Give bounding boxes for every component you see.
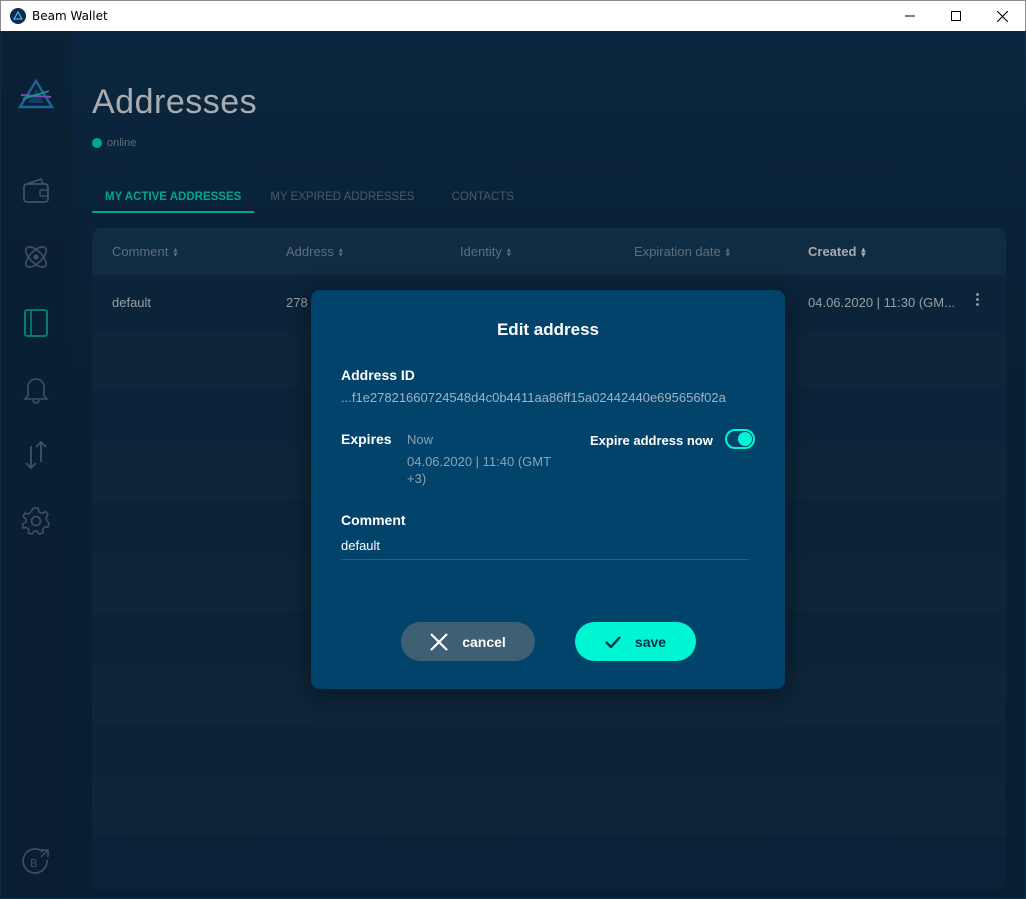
column-identity[interactable]: Identity ▴ ▾ (460, 244, 511, 259)
maximize-button[interactable] (933, 1, 979, 31)
column-expiration-date[interactable]: Expiration date ▴ ▾ (634, 244, 730, 259)
expires-date: 04.06.2020 | 11:40 (GMT +3) (407, 454, 551, 486)
table-header: Comment ▴ ▾ Address ▴ ▾ Identity ▴ ▾ Expira… (92, 228, 1006, 275)
column-address[interactable]: Address ▴ ▾ (286, 244, 343, 259)
row-address: 278 (286, 295, 308, 310)
save-button[interactable]: save (575, 622, 696, 661)
comment-label: Comment (341, 512, 406, 528)
column-label: Created (808, 244, 857, 259)
column-label: Comment (112, 244, 169, 259)
save-label: save (634, 633, 667, 650)
address-id-label: Address ID (341, 367, 415, 383)
comment-field[interactable]: default (341, 538, 749, 560)
expire-now-label: Expire address now (590, 433, 713, 448)
column-label: Identity (460, 244, 502, 259)
tab-contacts[interactable]: CONTACTS (433, 191, 527, 213)
row-comment: default (112, 295, 152, 310)
tab-my-active-addresses[interactable]: MY ACTIVE ADDRESSES (92, 191, 255, 213)
bell-icon[interactable] (21, 374, 51, 404)
sort-icon: ▴ ▾ (338, 244, 343, 259)
gear-icon[interactable] (21, 506, 51, 536)
sort-icon: ▴ ▾ (173, 244, 178, 259)
window-titlebar: Beam Wallet (0, 0, 1026, 31)
cancel-button[interactable]: cancel (401, 622, 535, 661)
sort-icon: ▴ ▾ (506, 244, 511, 259)
dialog-title: Edit address (496, 320, 600, 339)
connection-status: online (92, 137, 136, 149)
sidebar: B (1, 31, 71, 898)
expires-now: Now (407, 432, 434, 447)
beam-logo (17, 78, 55, 116)
edit-address-dialog: Edit address Address ID ...f1e2782166072… (311, 290, 785, 689)
window-title: Beam Wallet (32, 9, 108, 23)
address-book-icon[interactable] (21, 308, 51, 338)
toggle-knob (738, 432, 752, 446)
expire-now-toggle[interactable] (725, 429, 755, 449)
address-tabs: MY ACTIVE ADDRESSES MY EXPIRED ADDRESSES… (92, 191, 527, 213)
address-id-value: ...f1e27821660724548d4c0b4411aa86ff15a02… (341, 390, 726, 405)
sort-icon: ▴ ▾ (725, 244, 730, 259)
beam-external-icon[interactable]: B (21, 847, 51, 877)
cancel-label: cancel (462, 633, 506, 650)
wallet-icon[interactable] (21, 176, 51, 206)
row-more-icon[interactable] (974, 293, 980, 306)
checkmark-icon (605, 635, 621, 648)
svg-text:B: B (30, 857, 38, 870)
tab-my-expired-addresses[interactable]: MY EXPIRED ADDRESSES (254, 191, 432, 213)
page-title: Addresses (92, 83, 258, 121)
column-label: Expiration date (634, 244, 721, 259)
status-text: online (107, 137, 137, 149)
close-window-button[interactable] (979, 1, 1025, 31)
expires-label: Expires (341, 431, 392, 447)
status-online-icon (92, 138, 102, 148)
beam-app-icon (10, 8, 26, 24)
column-label: Address (286, 244, 334, 259)
column-comment[interactable]: Comment ▴ ▾ (112, 244, 177, 259)
row-created: 04.06.2020 | 11:30 (GM... (808, 295, 955, 310)
close-icon (430, 632, 448, 651)
transfer-icon[interactable] (21, 440, 51, 470)
minimize-button[interactable] (887, 1, 933, 31)
atom-icon[interactable] (21, 242, 51, 272)
column-created[interactable]: Created ▴ ▾ (808, 244, 865, 259)
sort-icon: ▴ ▾ (861, 244, 866, 259)
